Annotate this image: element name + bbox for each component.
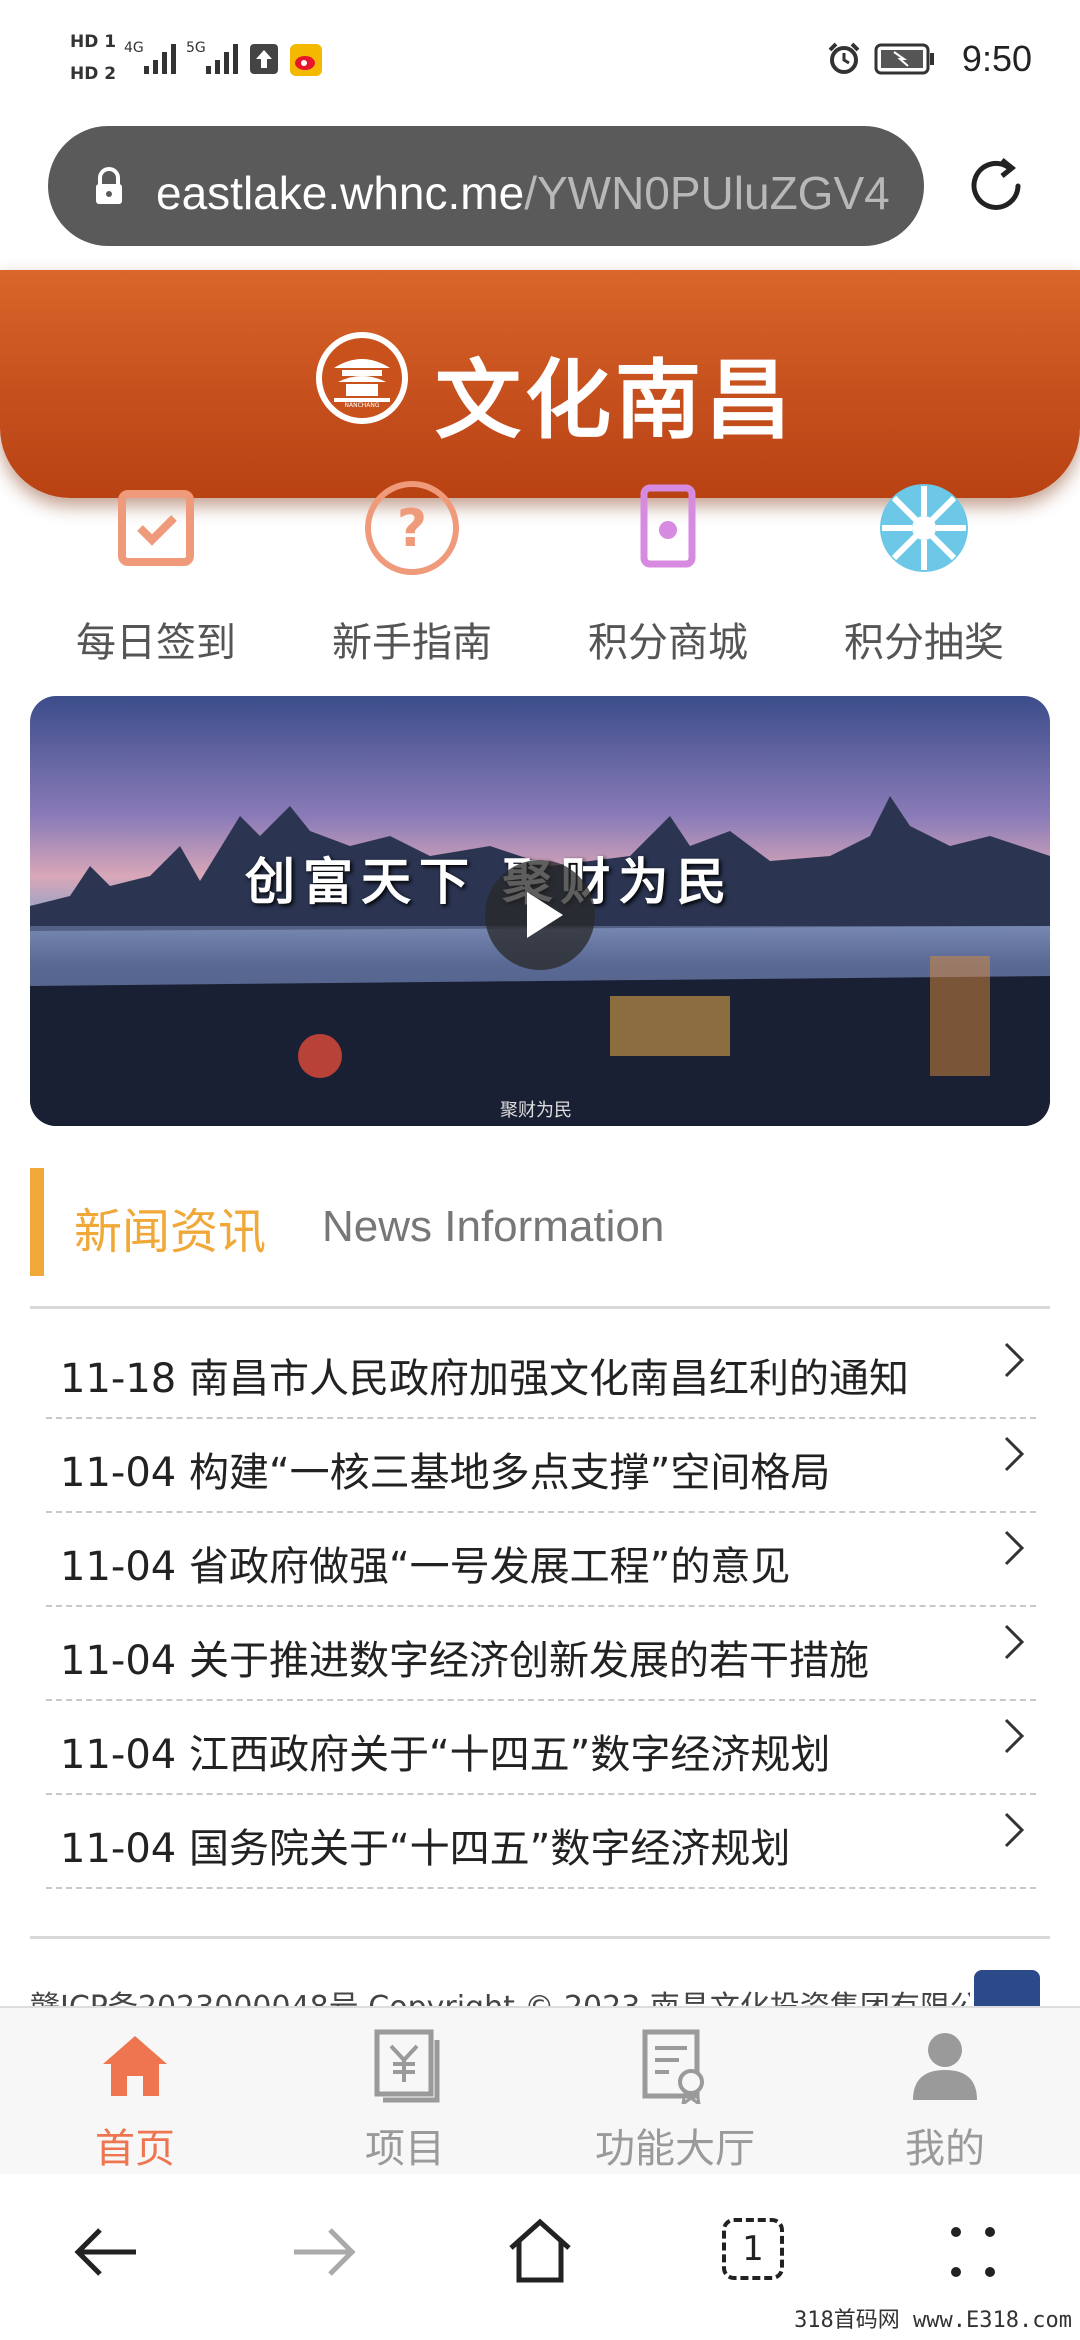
brand-logo-icon: NANCHANG bbox=[312, 328, 412, 432]
news-item-text: 11-04 省政府做强“一号发展工程”的意见 bbox=[60, 1544, 791, 1590]
signal-1-icon bbox=[144, 42, 176, 74]
watermark: 318首码网 www.E318.com bbox=[794, 2308, 1072, 2333]
news-title-en: News Information bbox=[322, 1202, 665, 1251]
sim2-label: HD 2 bbox=[70, 64, 117, 84]
news-item[interactable]: 11-04 构建“一核三基地多点支撑”空间格局 bbox=[46, 1418, 1036, 1513]
news-item[interactable]: 11-04 国务院关于“十四五”数字经济规划 bbox=[46, 1794, 1036, 1889]
svg-text:?: ? bbox=[397, 499, 427, 559]
home-outline-icon[interactable] bbox=[505, 2216, 575, 2286]
chevron-right-icon bbox=[1004, 1718, 1025, 1754]
tab-label: 首页 bbox=[95, 2126, 175, 2172]
url-path: /YWN0PUluZGV4 bbox=[524, 167, 890, 219]
url-text[interactable]: eastlake.whnc.me/YWN0PUluZGV4 bbox=[156, 166, 906, 220]
tab-projects[interactable]: 项目 bbox=[305, 2028, 505, 2172]
yen-document-icon bbox=[374, 2029, 440, 2103]
url-host: eastlake.whnc.me bbox=[156, 167, 525, 219]
news-item[interactable]: 11-18 南昌市人民政府加强文化南昌红利的通知 bbox=[46, 1324, 1036, 1419]
tabs-icon[interactable]: 1 bbox=[722, 2218, 784, 2280]
sim1-label: HD 1 bbox=[70, 32, 117, 52]
quick-link-mall[interactable]: 积分商城 bbox=[558, 480, 778, 666]
upload-icon bbox=[250, 44, 278, 74]
lottery-wheel-icon bbox=[880, 484, 968, 572]
tab-home[interactable]: 首页 bbox=[35, 2028, 235, 2172]
back-arrow-icon[interactable] bbox=[72, 2222, 142, 2282]
clock: 9:50 bbox=[961, 38, 1032, 79]
lock-icon bbox=[92, 166, 126, 210]
network-1-label: 4G bbox=[124, 40, 144, 56]
tab-label: 功能大厅 bbox=[595, 2126, 755, 2172]
tab-label: 项目 bbox=[365, 2126, 445, 2172]
browser-nav-bar: 1 318首码网 www.E318.com bbox=[0, 2174, 1080, 2340]
alarm-icon bbox=[826, 40, 862, 80]
certificate-document-icon bbox=[642, 2029, 704, 2108]
calendar-check-icon bbox=[118, 490, 194, 566]
chevron-right-icon bbox=[1004, 1624, 1025, 1660]
news-title-cn: 新闻资讯 bbox=[74, 1204, 267, 1260]
shopping-bag-icon bbox=[640, 484, 696, 568]
chevron-right-icon bbox=[1004, 1342, 1025, 1378]
news-item-text: 11-04 国务院关于“十四五”数字经济规划 bbox=[60, 1826, 791, 1872]
quick-link-guide[interactable]: ? 新手指南 bbox=[302, 480, 522, 666]
reload-icon[interactable] bbox=[962, 152, 1030, 224]
battery-icon bbox=[874, 42, 936, 80]
network-2-label: 5G bbox=[186, 40, 206, 56]
tab-label: 我的 bbox=[905, 2126, 985, 2172]
news-accent-bar bbox=[30, 1168, 44, 1276]
quick-link-label: 新手指南 bbox=[332, 620, 492, 666]
menu-dots-icon[interactable] bbox=[944, 2218, 1004, 2288]
user-icon bbox=[913, 2033, 977, 2100]
quick-link-checkin[interactable]: 每日签到 bbox=[46, 480, 266, 666]
divider bbox=[30, 1936, 1050, 1939]
address-bar[interactable]: eastlake.whnc.me/YWN0PUluZGV4 bbox=[48, 126, 924, 246]
news-item[interactable]: 11-04 关于推进数字经济创新发展的若干措施 bbox=[46, 1606, 1036, 1701]
news-item-text: 11-04 关于推进数字经济创新发展的若干措施 bbox=[60, 1638, 869, 1684]
news-item-text: 11-04 构建“一核三基地多点支撑”空间格局 bbox=[60, 1450, 831, 1496]
news-item[interactable]: 11-04 江西政府关于“十四五”数字经济规划 bbox=[46, 1700, 1036, 1795]
divider bbox=[30, 1306, 1050, 1309]
quick-link-label: 每日签到 bbox=[76, 620, 236, 666]
play-icon[interactable] bbox=[485, 860, 595, 970]
quick-link-lottery[interactable]: 积分抽奖 bbox=[814, 480, 1034, 666]
news-item-text: 11-18 南昌市人民政府加强文化南昌红利的通知 bbox=[60, 1356, 909, 1402]
chevron-right-icon bbox=[1004, 1812, 1025, 1848]
quick-link-label: 积分商城 bbox=[588, 620, 748, 666]
chevron-right-icon bbox=[1004, 1436, 1025, 1472]
news-item[interactable]: 11-04 省政府做强“一号发展工程”的意见 bbox=[46, 1512, 1036, 1607]
quick-link-label: 积分抽奖 bbox=[844, 620, 1004, 666]
tab-count: 1 bbox=[742, 2229, 764, 2269]
bottom-tab-bar: 首页 项目 功能大厅 我的 bbox=[0, 2006, 1080, 2176]
weibo-icon bbox=[290, 44, 322, 76]
tab-profile[interactable]: 我的 bbox=[845, 2028, 1045, 2172]
status-bar: HD 1 HD 2 4G 5G 9:50 bbox=[0, 0, 1080, 120]
question-circle-icon: ? bbox=[365, 481, 459, 575]
logo-caption: NANCHANG bbox=[344, 402, 380, 409]
chevron-right-icon bbox=[1004, 1530, 1025, 1566]
forward-arrow-icon[interactable] bbox=[288, 2222, 358, 2282]
promo-video[interactable]: 创富天下 聚财为民 聚财为民 bbox=[30, 696, 1050, 1126]
signal-2-icon bbox=[206, 42, 238, 74]
home-icon bbox=[103, 2036, 167, 2096]
tab-services[interactable]: 功能大厅 bbox=[575, 2028, 775, 2172]
brand-title: 文化南昌 bbox=[435, 351, 795, 451]
news-item-text: 11-04 江西政府关于“十四五”数字经济规划 bbox=[60, 1732, 831, 1778]
video-caption: 聚财为民 bbox=[500, 1100, 572, 1121]
